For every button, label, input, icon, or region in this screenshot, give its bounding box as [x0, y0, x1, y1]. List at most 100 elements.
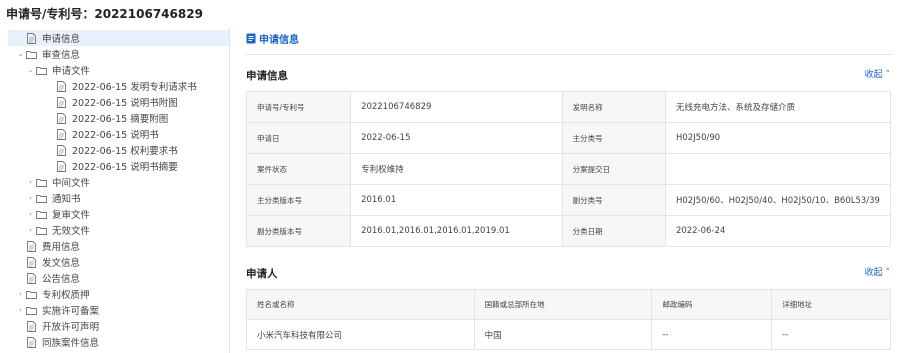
folder-icon — [35, 208, 47, 220]
sidebar-item-0[interactable]: 申请信息 — [8, 30, 229, 46]
column-header: 邮政编码 — [651, 289, 773, 320]
document-icon — [55, 96, 67, 108]
sidebar-item-10[interactable]: › 通知书 — [8, 190, 229, 206]
sidebar-item-7[interactable]: 2022-06-15 权利要求书 — [8, 142, 229, 158]
sidebar-item-label: 2022-06-15 说明书 — [72, 130, 159, 141]
sidebar-item-label: 通知书 — [52, 194, 81, 205]
collapse-application-info-button[interactable]: 收起 ˄ — [865, 67, 890, 80]
sidebar-item-11[interactable]: › 复审文件 — [8, 206, 229, 222]
chevron-up-icon: ˄ — [882, 268, 890, 278]
field-label: 案件状态 — [245, 153, 352, 185]
table-row: 副分类版本号 2016.01,2016.01,2016.01,2019.01 分类日… — [245, 215, 892, 247]
application-number-title: 申请号/专利号：2022106746829 — [6, 7, 203, 21]
document-icon — [25, 32, 37, 44]
table-cell: 中国 — [473, 319, 653, 350]
document-icon — [25, 272, 37, 284]
field-value: 2022-06-24 — [664, 215, 892, 247]
sidebar-item-9[interactable]: › 中间文件 — [8, 174, 229, 190]
sidebar-item-label: 中间文件 — [52, 178, 91, 189]
table-cell: 小米汽车科技有限公司 — [246, 319, 475, 350]
sidebar-item-18[interactable]: 开放许可声明 — [8, 318, 229, 334]
sidebar-item-label: 申请文件 — [52, 66, 91, 77]
sidebar-item-label: 复审文件 — [52, 210, 91, 221]
sidebar-item-label: 审查信息 — [42, 50, 81, 61]
sidebar-item-label: 2022-06-15 摘要附图 — [72, 114, 169, 125]
chevron-right-icon[interactable]: › — [26, 178, 35, 186]
document-icon — [55, 80, 67, 92]
field-value: 专利权维持 — [350, 153, 563, 185]
sidebar-item-5[interactable]: 2022-06-15 摘要附图 — [8, 110, 229, 126]
field-label: 分类日期 — [561, 215, 666, 247]
chevron-down-icon[interactable]: ⌄ — [26, 66, 35, 74]
sidebar-item-label: 2022-06-15 发明专利请求书 — [72, 82, 197, 93]
field-label: 发明名称 — [561, 91, 666, 123]
sidebar-item-1[interactable]: ⌄ 审查信息 — [8, 46, 229, 62]
sidebar-item-label: 开放许可声明 — [42, 322, 100, 333]
chevron-down-icon[interactable]: ⌄ — [16, 50, 25, 58]
sidebar-item-label: 同族案件信息 — [42, 338, 100, 349]
field-label: 申请号/专利号 — [245, 91, 352, 123]
document-icon — [25, 320, 37, 332]
sidebar-item-label: 实施许可备案 — [42, 306, 100, 317]
column-header: 详细地址 — [771, 289, 891, 320]
table-cell: -- — [651, 319, 773, 350]
folder-icon — [25, 48, 37, 60]
folder-icon — [35, 176, 47, 188]
sidebar-item-8[interactable]: 2022-06-15 说明书摘要 — [8, 158, 229, 174]
section-title-applicant: 申请人 — [246, 268, 278, 280]
chevron-up-icon: ˄ — [882, 70, 890, 80]
collapse-label: 收起 — [864, 268, 883, 278]
field-label: 申请日 — [245, 122, 352, 154]
table-row: 主分类版本号 2016.01 副分类号 H02J50/60、H02J50/40、H02… — [245, 184, 892, 216]
sidebar-item-13[interactable]: 费用信息 — [8, 238, 229, 254]
chevron-right-icon[interactable]: › — [26, 210, 35, 218]
sidebar-item-label: 发文信息 — [42, 258, 81, 269]
field-value: H02J50/90 — [664, 122, 892, 154]
sidebar-item-label: 公告信息 — [42, 274, 81, 285]
document-icon — [55, 144, 67, 156]
sidebar-item-6[interactable]: 2022-06-15 说明书 — [8, 126, 229, 142]
collapse-label: 收起 — [864, 70, 883, 80]
sidebar-item-14[interactable]: 发文信息 — [8, 254, 229, 270]
page-header: 申请号/专利号：2022106746829 — [0, 0, 900, 26]
tab-label: 申请信息 — [259, 34, 299, 46]
column-header: 姓名或名称 — [246, 289, 475, 320]
sidebar-item-label: 专利权质押 — [42, 290, 90, 301]
field-value: 2022106746829 — [350, 91, 563, 123]
field-label: 副分类版本号 — [245, 215, 352, 247]
tab-application-info[interactable]: 申请信息 — [246, 30, 299, 46]
sidebar-item-label: 2022-06-15 说明书附图 — [72, 98, 178, 109]
sidebar-item-16[interactable]: › 专利权质押 — [8, 286, 229, 302]
field-value: 2016.01 — [350, 184, 563, 216]
sidebar-item-4[interactable]: 2022-06-15 说明书附图 — [8, 94, 229, 110]
sidebar-item-2[interactable]: ⌄ 申请文件 — [8, 62, 229, 78]
sidebar-item-15[interactable]: 公告信息 — [8, 270, 229, 286]
field-label: 主分类号 — [561, 122, 666, 154]
sidebar-item-label: 申请信息 — [42, 34, 81, 45]
chevron-right-icon[interactable]: › — [26, 194, 35, 202]
document-icon — [55, 160, 67, 172]
collapse-applicant-button[interactable]: 收起 ˄ — [865, 265, 890, 278]
header-divider — [246, 54, 892, 55]
document-icon — [246, 33, 256, 44]
sidebar-item-12[interactable]: › 无效文件 — [8, 222, 229, 238]
document-icon — [25, 256, 37, 268]
sidebar-item-3[interactable]: 2022-06-15 发明专利请求书 — [8, 78, 229, 94]
table-row: 申请日 2022-06-15 主分类号 H02J50/90 — [245, 122, 892, 154]
document-icon — [55, 112, 67, 124]
sidebar-item-19[interactable]: 同族案件信息 — [8, 334, 229, 350]
folder-icon — [25, 304, 37, 316]
chevron-right-icon[interactable]: › — [16, 306, 25, 314]
field-value: 2022-06-15 — [350, 122, 563, 154]
chevron-right-icon[interactable]: › — [16, 290, 25, 298]
field-value: 无线充电方法、系统及存储介质 — [664, 91, 892, 123]
document-icon — [55, 128, 67, 140]
sidebar-item-label: 费用信息 — [42, 242, 81, 253]
applicant-table: 姓名或名称 国籍或总部所在地 邮政编码 详细地址 小米汽车科技有限公司 中国 -- -- — [246, 289, 891, 350]
field-label: 分案提交日 — [561, 153, 666, 185]
table-row: 申请号/专利号 2022106746829 发明名称 无线充电方法、系统及存储介质 — [245, 91, 892, 123]
field-label: 副分类号 — [561, 184, 666, 216]
sidebar-item-17[interactable]: › 实施许可备案 — [8, 302, 229, 318]
chevron-right-icon[interactable]: › — [26, 226, 35, 234]
field-label: 主分类版本号 — [245, 184, 352, 216]
